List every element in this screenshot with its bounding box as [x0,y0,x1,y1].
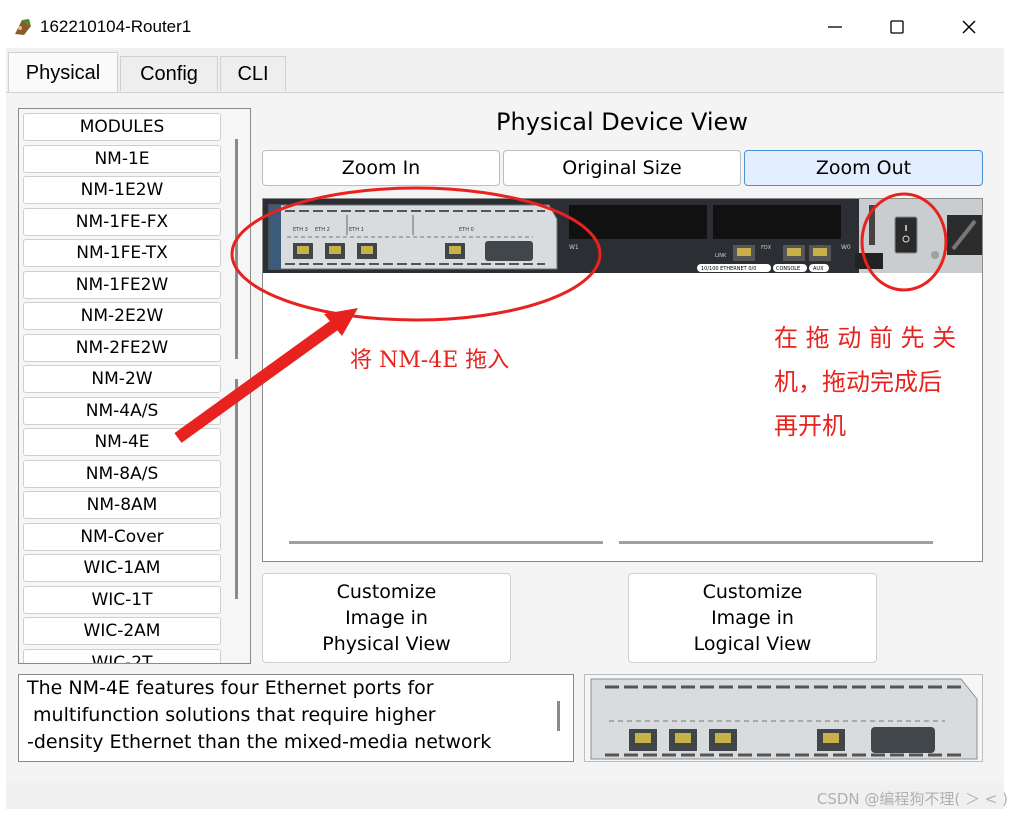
eth0-label: ETH 0 [459,227,474,233]
power-note-line: 机，拖动完成后 [774,368,942,396]
customize-physical-button[interactable]: Customize Image in Physical View [262,573,511,663]
w1-label: W1 [569,244,579,251]
power-note-line: 再开机 [774,412,846,440]
customize-logical-line1: Customize [702,581,803,603]
minimize-button[interactable] [812,10,858,44]
description-line: The NM-4E features four Ethernet ports f… [27,677,434,699]
link-label: LINK [715,253,727,259]
tab-physical[interactable]: Physical [8,52,118,93]
customize-logical-line2: Image in [711,607,794,629]
modules-list: MODULES NM-1E NM-1E2W NM-1FE-FX NM-1FE-T… [18,108,251,664]
console-label: CONSOLE [776,266,800,272]
module-item[interactable]: WIC-2T [23,649,221,663]
eth1-label: ETH 1 [349,227,364,233]
module-item[interactable]: NM-1FE-FX [23,208,221,236]
customize-physical-line2: Image in [345,607,428,629]
w0-label: W0 [841,244,851,251]
eth2-label: ETH 2 [315,227,330,233]
title-bar: 162210104-Router1 [6,6,1004,48]
module-item[interactable]: NM-Cover [23,523,221,551]
module-item[interactable]: NM-1E2W [23,176,221,204]
close-icon [962,20,976,34]
module-item[interactable]: WIC-2AM [23,617,221,645]
customize-logical-button[interactable]: Customize Image in Logical View [628,573,877,663]
nm-4e-preview-drawing [590,678,978,760]
zoom-in-button[interactable]: Zoom In [262,150,500,186]
minimize-icon [828,26,842,28]
fdx-label: FDX [761,245,772,251]
power-instruction-note: 在 拖 动 前 先 关 机，拖动完成后 再开机 [774,316,956,448]
router-app-icon [15,19,31,35]
customize-logical-line3: Logical View [693,633,812,655]
description-line: multifunction solutions that require hig… [27,704,436,726]
module-item-nm-4e[interactable]: NM-4E [23,428,221,456]
original-size-button[interactable]: Original Size [503,150,741,186]
module-item[interactable]: NM-8AM [23,491,221,519]
viewport-scrollbar-left[interactable] [289,541,603,544]
module-preview-image [584,674,983,762]
module-item[interactable]: NM-2E2W [23,302,221,330]
module-item[interactable]: WIC-1T [23,586,221,614]
ethernet-port-label: 10/100 ETHERNET 0/0 [701,266,756,272]
customize-physical-line1: Customize [336,581,437,603]
modules-header: MODULES [23,113,221,141]
tab-bar: Physical Config CLI [6,52,1004,94]
module-item[interactable]: WIC-1AM [23,554,221,582]
module-item[interactable]: NM-2FE2W [23,334,221,362]
module-item[interactable]: NM-1FE-TX [23,239,221,267]
module-description: The NM-4E features four Ethernet ports f… [18,674,574,762]
maximize-icon [890,20,904,34]
modules-scrollbar-thumb-lower[interactable] [235,379,238,599]
tab-cli[interactable]: CLI [220,56,286,91]
watermark: CSDN @编程狗不理( ＞ < ) [816,790,1008,808]
customize-physical-line3: Physical View [322,633,451,655]
maximize-button[interactable] [874,10,920,44]
module-item[interactable]: NM-1E [23,145,221,173]
window-title: 162210104-Router1 [40,17,192,36]
zoom-out-button[interactable]: Zoom Out [744,150,983,186]
module-item[interactable]: NM-1FE2W [23,271,221,299]
modules-scrollbar-thumb[interactable] [235,139,238,359]
module-item[interactable]: NM-4A/S [23,397,221,425]
router-window: 162210104-Router1 Physical Config CLI MO… [6,6,1004,809]
power-note-line: 在 拖 动 前 先 关 [774,324,957,352]
aux-label: AUX [813,266,824,272]
tab-config[interactable]: Config [120,56,218,91]
viewport-scrollbar-right[interactable] [619,541,933,544]
description-line: -density Ethernet than the mixed-media n… [27,731,492,753]
drag-instruction-note: 将 NM-4E 拖入 [350,348,510,373]
module-item[interactable]: NM-2W [23,365,221,393]
eth3-label: ETH 3 [293,227,308,233]
description-scrollbar[interactable] [557,701,560,731]
close-button[interactable] [946,10,992,44]
module-item[interactable]: NM-8A/S [23,460,221,488]
device-view-title: Physical Device View [496,108,748,136]
